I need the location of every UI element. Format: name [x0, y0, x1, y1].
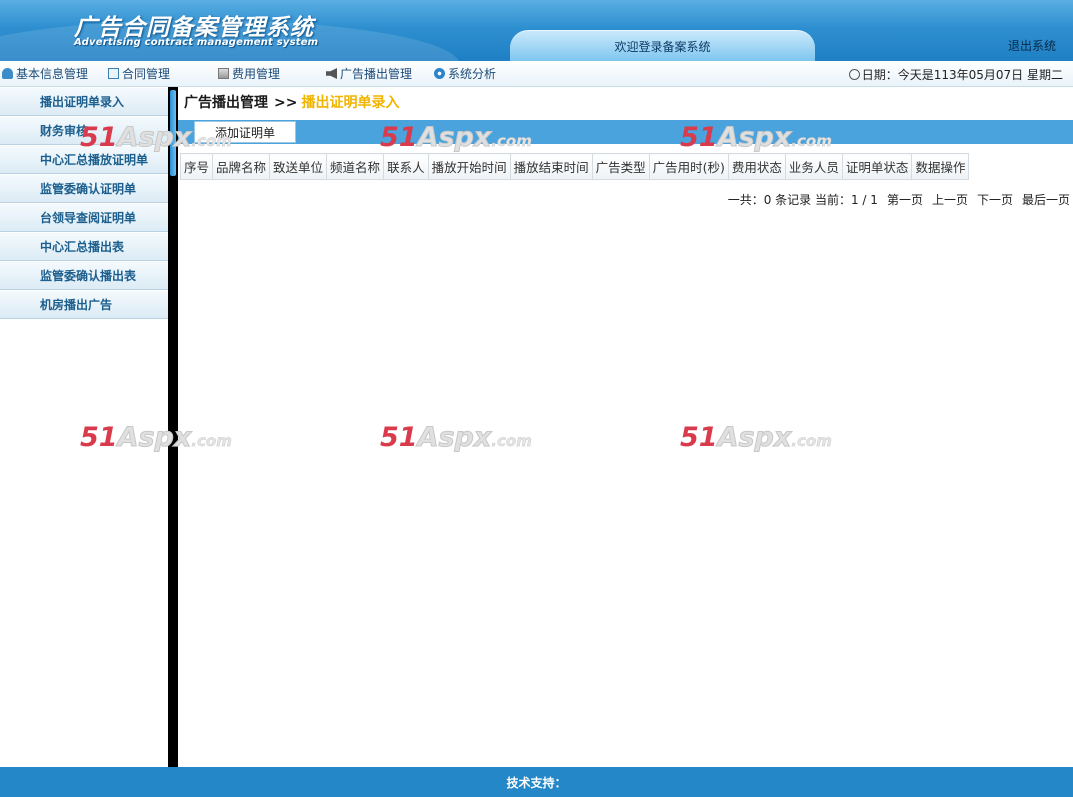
watermark: 51Aspx.com: [380, 122, 532, 154]
prev-page-link[interactable]: 上一页: [932, 193, 968, 207]
document-icon: [108, 68, 119, 79]
column-header: 数据操作: [911, 153, 970, 180]
watermark: 51Aspx.com: [680, 122, 832, 154]
menu-item-label: 合同管理: [122, 67, 171, 81]
last-page-link[interactable]: 最后一页: [1022, 193, 1070, 207]
sidebar-item-committee-confirm-schedule[interactable]: 监管委确认播出表: [0, 261, 168, 290]
column-header: 致送单位: [269, 153, 328, 180]
menu-item-analysis[interactable]: 系统分析: [434, 66, 496, 82]
watermark: 51Aspx.com: [380, 422, 532, 454]
pagination: 一共：0 条记录 当前：1 / 1 第一页 上一页 下一页 最后一页: [728, 191, 1070, 208]
footer: 技术支持：: [0, 767, 1073, 797]
next-page-link[interactable]: 下一页: [977, 193, 1013, 207]
menu-item-label: 广告播出管理: [340, 67, 413, 81]
breadcrumb-current: 播出证明单录入: [301, 95, 400, 111]
column-header: 广告类型: [591, 153, 650, 180]
speaker-icon: [326, 68, 337, 79]
column-header: 序号: [179, 153, 214, 180]
menu-item-basic-info[interactable]: 基本信息管理: [2, 66, 88, 82]
sidebar-item-machine-room-ads[interactable]: 机房播出广告: [0, 290, 168, 319]
table-header-row: 序号 品牌名称 致送单位 频道名称 联系人 播放开始时间 播放结束时间 广告类型…: [179, 153, 970, 180]
menu-item-label: 基本信息管理: [16, 67, 89, 81]
certificate-table: 序号 品牌名称 致送单位 频道名称 联系人 播放开始时间 播放结束时间 广告类型…: [179, 153, 970, 180]
column-header: 播放结束时间: [509, 153, 593, 180]
date-text: 日期：今天是113年05月07日 星期二: [861, 68, 1063, 82]
watermark: 51Aspx.com: [80, 422, 232, 454]
footer-text: 技术支持：: [506, 776, 567, 790]
clock-icon: [848, 69, 860, 80]
column-header: 费用状态: [727, 153, 786, 180]
date-display: 日期：今天是113年05月07日 星期二: [848, 66, 1063, 83]
breadcrumb-separator: >>: [274, 95, 298, 111]
logo-subtitle: Advertising contract management system: [74, 37, 319, 48]
breadcrumb: 广告播出管理 >> 播出证明单录入: [184, 92, 399, 112]
calculator-icon: [218, 68, 229, 79]
toolbar: 添加证明单: [178, 120, 1073, 144]
column-header: 证明单状态: [841, 153, 913, 180]
gear-icon: [434, 68, 445, 79]
watermark: 51Aspx.com: [680, 422, 832, 454]
column-header: 业务人员: [784, 153, 843, 180]
menu-item-broadcast[interactable]: 广告播出管理: [326, 66, 412, 82]
sidebar-item-center-summary-schedule[interactable]: 中心汇总播出表: [0, 232, 168, 261]
column-header: 频道名称: [326, 153, 385, 180]
top-menu-bar: 基本信息管理 合同管理 费用管理 广告播出管理 系统分析 日期：今天是113年0…: [0, 61, 1073, 87]
pagination-summary: 一共：0 条记录 当前：1 / 1: [727, 193, 878, 207]
column-header: 播放开始时间: [427, 153, 511, 180]
sidebar-item-committee-confirm-cert[interactable]: 监管委确认证明单: [0, 174, 168, 203]
menu-item-fees[interactable]: 费用管理: [218, 66, 280, 82]
first-page-link[interactable]: 第一页: [887, 193, 923, 207]
column-header: 联系人: [383, 153, 429, 180]
menu-item-label: 系统分析: [448, 67, 497, 81]
welcome-text: 欢迎登录备案系统: [614, 40, 711, 54]
column-header: 广告用时(秒): [648, 153, 729, 180]
app-header: 广告合同备案管理系统 Advertising contract manageme…: [0, 0, 1073, 61]
main-content: 广告播出管理 >> 播出证明单录入 添加证明单 序号 品牌名称 致送单位 频道名称 …: [178, 87, 1073, 767]
sidebar-item-cert-entry[interactable]: 播出证明单录入: [0, 87, 168, 116]
menu-item-contract[interactable]: 合同管理: [108, 66, 170, 82]
logout-link[interactable]: 退出系统: [1008, 37, 1056, 54]
person-icon: [2, 68, 13, 79]
sidebar-item-leader-review-cert[interactable]: 台领导查阅证明单: [0, 203, 168, 232]
menu-item-label: 费用管理: [232, 67, 281, 81]
breadcrumb-root: 广告播出管理: [184, 95, 268, 111]
welcome-tab: 欢迎登录备案系统: [510, 30, 815, 61]
watermark: 51Aspx.com: [80, 122, 232, 154]
column-header: 品牌名称: [212, 153, 271, 180]
